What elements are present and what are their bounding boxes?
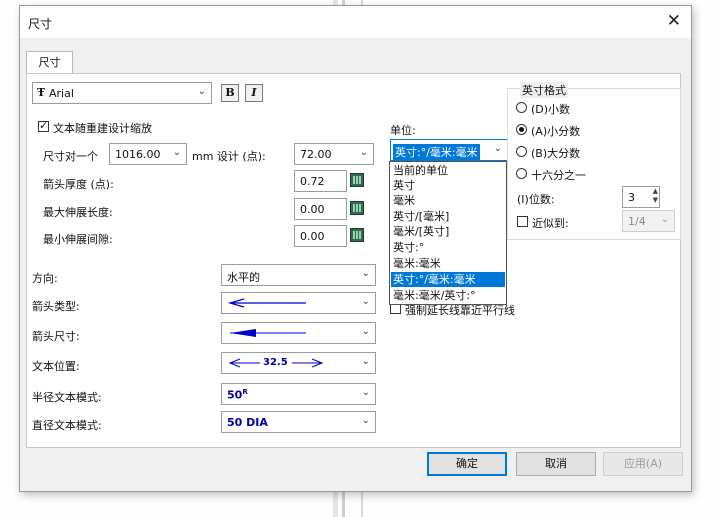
min-gap-label: 最小伸展间隙: xyxy=(43,233,113,246)
size-value: 1016.00 xyxy=(115,148,161,161)
calculator-icon[interactable] xyxy=(350,201,364,215)
design-points-select[interactable]: 72.00 ⌄ xyxy=(294,143,374,165)
units-option[interactable]: 英寸/[毫米] xyxy=(391,209,505,224)
arrow-thickness-input[interactable]: 0.72 xyxy=(294,170,347,192)
direction-label: 方向: xyxy=(32,272,58,285)
units-option[interactable]: 当前的单位 xyxy=(391,163,505,178)
inch-format-title: 英寸格式 xyxy=(520,82,568,98)
digits-label: (I)位数: xyxy=(517,193,555,206)
chevron-down-icon: ⌄ xyxy=(197,86,206,97)
digits-input[interactable]: 3 ▲ ▼ xyxy=(622,186,660,208)
direction-value: 水平的 xyxy=(227,271,260,284)
text-position-select[interactable]: 32.5 ⌄ xyxy=(221,352,376,374)
direction-select[interactable]: 水平的 ⌄ xyxy=(221,264,376,286)
apply-button[interactable]: 应用(A) xyxy=(603,452,683,476)
design-points-value: 72.00 xyxy=(300,148,332,161)
radio-decimal[interactable] xyxy=(516,102,527,113)
radius-superscript: R xyxy=(242,388,248,396)
approximate-checkbox[interactable] xyxy=(517,216,528,227)
font-value: Arial xyxy=(49,87,74,100)
diameter-mode-select[interactable]: 50 DIA ⌄ xyxy=(221,411,376,433)
ok-button[interactable]: 确定 xyxy=(427,452,507,476)
radio-small-fraction[interactable] xyxy=(516,124,527,135)
radius-mode-select[interactable]: 50R ⌄ xyxy=(221,383,376,405)
units-option[interactable]: 毫米/[英寸] xyxy=(391,224,505,239)
scale-text-checkbox[interactable] xyxy=(38,119,49,132)
diameter-mode-label: 直径文本模式: xyxy=(32,419,102,432)
radio-large-fraction[interactable] xyxy=(516,146,527,157)
units-option[interactable]: 毫米:毫米 xyxy=(391,256,505,271)
approximate-label: 近似到: xyxy=(532,217,569,230)
chevron-down-icon: ⌄ xyxy=(361,356,370,367)
close-icon[interactable]: ✕ xyxy=(667,11,681,31)
title-bar: 尺寸 ✕ xyxy=(20,6,691,38)
chevron-down-icon: ⌄ xyxy=(361,296,370,307)
radio-large-fraction-label: (B)大分数 xyxy=(531,147,581,160)
spinner-icon[interactable]: ▲ ▼ xyxy=(653,187,658,205)
size-label: 尺寸对一个 xyxy=(43,150,98,163)
radius-mode-value: 50R xyxy=(227,388,248,402)
min-gap-input[interactable]: 0.00 xyxy=(294,225,347,247)
arrow-thickness-value: 0.72 xyxy=(300,175,325,188)
units-label: 单位: xyxy=(390,124,416,137)
units-dropdown-list: 当前的单位 英寸 毫米 英寸/[毫米] 毫米/[英寸] 英寸:° 毫米:毫米 英… xyxy=(389,161,507,305)
window-title: 尺寸 xyxy=(28,17,53,31)
chevron-down-icon: ⌄ xyxy=(361,387,370,398)
calculator-icon[interactable] xyxy=(350,173,364,187)
tab-dimensions[interactable]: 尺寸 xyxy=(26,51,73,74)
radio-sixteenths[interactable] xyxy=(516,168,527,179)
radius-value: 50 xyxy=(227,388,243,402)
radio-sixteenths-label: 十六分之一 xyxy=(531,169,586,182)
calculator-icon[interactable] xyxy=(350,228,364,242)
radius-mode-label: 半径文本模式: xyxy=(32,391,102,404)
chevron-down-icon: ⌄ xyxy=(660,214,669,225)
units-option-selected[interactable]: 英寸:°/毫米:毫米 xyxy=(391,272,505,287)
arrow-type-preview xyxy=(227,298,306,308)
cancel-button[interactable]: 取消 xyxy=(516,452,596,476)
design-points-label: mm 设计 (点): xyxy=(192,150,266,163)
arrow-size-preview xyxy=(230,329,306,337)
text-position-label: 文本位置: xyxy=(32,360,80,373)
radio-small-fraction-label: (A)小分数 xyxy=(531,125,581,138)
max-extension-label: 最大伸展长度: xyxy=(43,206,113,219)
arrow-type-select[interactable]: ⌄ xyxy=(221,292,376,314)
chevron-down-icon: ⌄ xyxy=(361,268,370,279)
dimensions-dialog: 尺寸 ✕ 尺寸 Ŧ Arial ⌄ B I 文本随重建设计缩放 尺寸对一个 10… xyxy=(19,5,692,492)
arrow-size-label: 箭头尺寸: xyxy=(32,330,80,343)
min-gap-value: 0.00 xyxy=(300,230,325,243)
approximate-value: 1/4 xyxy=(628,215,646,228)
truetype-icon: Ŧ xyxy=(37,86,46,99)
units-option[interactable]: 毫米:毫米/英寸:° xyxy=(391,288,505,303)
size-select[interactable]: 1016.00 ⌄ xyxy=(109,143,187,165)
arrow-thickness-label: 箭头厚度 (点): xyxy=(43,178,114,191)
max-extension-input[interactable]: 0.00 xyxy=(294,198,347,220)
units-select[interactable]: 英寸:°/毫米:毫米 ⌄ xyxy=(390,139,508,161)
digits-value: 3 xyxy=(628,191,635,204)
chevron-down-icon: ⌄ xyxy=(361,415,370,426)
chevron-down-icon: ⌄ xyxy=(361,326,370,337)
scale-text-label: 文本随重建设计缩放 xyxy=(53,122,152,135)
font-select[interactable]: Ŧ Arial ⌄ xyxy=(32,82,212,104)
chevron-down-icon: ⌄ xyxy=(493,143,502,154)
units-option[interactable]: 英寸:° xyxy=(391,240,505,255)
diameter-mode-value: 50 DIA xyxy=(227,416,268,429)
units-value: 英寸:°/毫米:毫米 xyxy=(393,144,480,160)
arrow-size-select[interactable]: ⌄ xyxy=(221,322,376,344)
italic-button[interactable]: I xyxy=(245,84,263,102)
text-position-sample: 32.5 xyxy=(263,357,288,368)
chevron-down-icon: ⌄ xyxy=(359,147,368,158)
units-option[interactable]: 毫米 xyxy=(391,193,505,208)
radio-decimal-label: (D)小数 xyxy=(531,103,571,116)
approximate-select[interactable]: 1/4 ⌄ xyxy=(622,210,675,232)
units-option[interactable]: 英寸 xyxy=(391,178,505,193)
chevron-down-icon: ⌄ xyxy=(172,147,181,158)
arrow-type-label: 箭头类型: xyxy=(32,300,80,313)
bold-button[interactable]: B xyxy=(221,84,239,102)
max-extension-value: 0.00 xyxy=(300,203,325,216)
